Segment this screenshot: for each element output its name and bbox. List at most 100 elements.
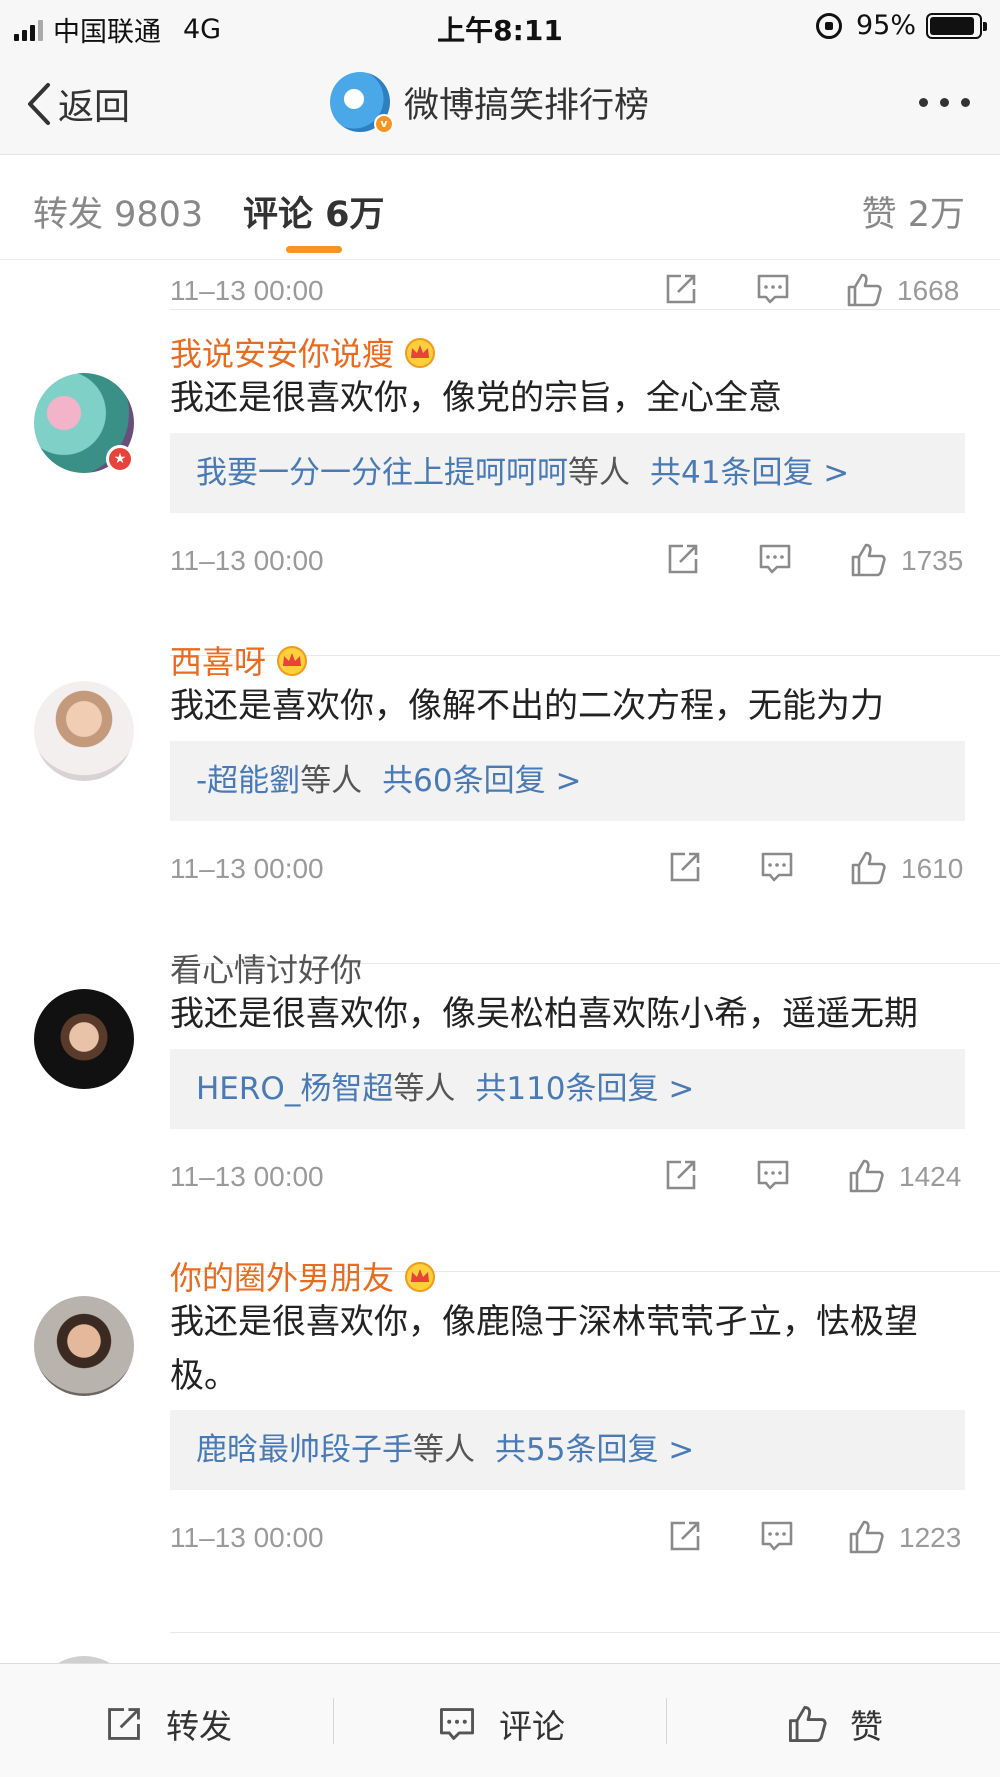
- share-icon[interactable]: [665, 541, 701, 577]
- crown-icon: [277, 646, 308, 676]
- reply-count-link[interactable]: 共55条回复 >: [495, 1432, 694, 1468]
- comment-button[interactable]: 评论: [437, 1700, 565, 1748]
- reply-icon[interactable]: [755, 271, 791, 307]
- like-count: 1668: [897, 275, 960, 306]
- nav-title-text: 微博搞笑排行榜: [404, 85, 650, 126]
- share-icon[interactable]: [663, 271, 699, 307]
- reply-icon[interactable]: [759, 849, 795, 885]
- avatar[interactable]: [34, 1296, 134, 1396]
- nav-bar: 返回 v 微博搞笑排行榜: [0, 50, 1000, 155]
- repost-button[interactable]: 转发: [104, 1700, 232, 1748]
- reply-user[interactable]: 鹿晗最帅段子手: [196, 1432, 413, 1468]
- like-icon[interactable]: [845, 271, 883, 309]
- avatar[interactable]: [34, 1656, 134, 1663]
- divider: [170, 1632, 1000, 1633]
- account-avatar: v: [330, 72, 394, 134]
- username-text: 看心情讨好你: [170, 951, 363, 989]
- comment-meta: 11–13 00:00 1223: [170, 1508, 965, 1568]
- back-label: 返回: [58, 87, 131, 128]
- username-text: 西喜呀: [170, 643, 267, 681]
- reply-count-link[interactable]: 共41条回复 >: [650, 455, 849, 491]
- comment-text: 我还是很喜欢你，像鹿隐于深林茕茕孑立，怯极望极。: [170, 1302, 918, 1396]
- share-icon[interactable]: [667, 849, 703, 885]
- like-button[interactable]: 赞: [786, 1700, 883, 1748]
- comment-icon: [440, 1708, 474, 1740]
- chevron-left-icon: [28, 83, 50, 125]
- reply-summary[interactable]: 我要一分一分往上提呵呵呵等人 共41条回复 >: [170, 433, 965, 513]
- reply-people-label: 等人: [413, 1432, 475, 1468]
- reply-people-label: 等人: [300, 763, 363, 799]
- like-icon: [788, 1705, 827, 1743]
- reply-icon[interactable]: [759, 1518, 795, 1554]
- like-label: 赞: [850, 1707, 883, 1746]
- divider: [170, 309, 1000, 310]
- reply-count-link[interactable]: 共60条回复 >: [382, 763, 581, 799]
- comment-time: 11–13 00:00: [170, 1161, 324, 1192]
- like-icon[interactable]: [849, 541, 887, 579]
- verified-icon: v: [374, 114, 394, 134]
- comment-meta: 11–13 00:00 1424: [170, 1147, 965, 1207]
- username-text: 你的圈外男朋友: [170, 1259, 395, 1297]
- comment-meta: 11–13 00:00 1610: [170, 839, 965, 899]
- comment-time: 11–13 00:00: [170, 853, 324, 884]
- crown-icon: [405, 1262, 436, 1292]
- like-icon[interactable]: [847, 1518, 885, 1556]
- bottom-action-bar: 转发 评论 赞: [0, 1663, 1000, 1777]
- comment-text: 我还是很喜欢你，像党的宗旨，全心全意: [170, 378, 782, 418]
- reply-user[interactable]: HERO_杨智超: [196, 1071, 393, 1107]
- separator: [666, 1698, 667, 1744]
- reply-summary[interactable]: 鹿晗最帅段子手等人 共55条回复 >: [170, 1410, 965, 1490]
- comment-username[interactable]: 看心情讨好你: [170, 945, 362, 991]
- like-icon[interactable]: [847, 1157, 885, 1195]
- share-icon[interactable]: [663, 1157, 699, 1193]
- comment-time: 11–13 00:00: [170, 1522, 324, 1553]
- comment-label: 评论: [499, 1707, 565, 1746]
- comment-username[interactable]: 西喜呀: [170, 637, 310, 683]
- more-icon[interactable]: [919, 98, 970, 107]
- separator: [333, 1698, 334, 1744]
- avatar[interactable]: [34, 681, 134, 781]
- tab-comment[interactable]: 评论 6万: [243, 186, 385, 237]
- comment-time: 11–13 00:00: [170, 275, 324, 306]
- status-right: 95%: [815, 10, 987, 41]
- reply-summary[interactable]: -超能劉等人 共60条回复 >: [170, 741, 965, 821]
- comment-username[interactable]: 你的圈外男朋友: [170, 1253, 438, 1299]
- reply-icon[interactable]: [755, 1157, 791, 1193]
- comment-username[interactable]: 我说安安你说瘦: [170, 329, 438, 375]
- battery-percent: 95%: [855, 10, 916, 41]
- reply-icon[interactable]: [757, 541, 793, 577]
- reply-user[interactable]: -超能劉: [196, 763, 300, 799]
- like-count: 1610: [901, 853, 964, 884]
- nav-title[interactable]: v 微博搞笑排行榜: [330, 72, 650, 134]
- username-text: 我说安安你说瘦: [170, 335, 395, 373]
- like-icon[interactable]: [849, 849, 887, 887]
- reply-summary[interactable]: HERO_杨智超等人 共110条回复 >: [170, 1049, 965, 1129]
- comment-text: 我还是喜欢你，像解不出的二次方程，无能为力: [170, 686, 884, 726]
- reply-people-label: 等人: [393, 1071, 456, 1107]
- reply-count-link[interactable]: 共110条回复 >: [475, 1071, 694, 1107]
- tab-like[interactable]: 赞 2万: [862, 186, 965, 237]
- repost-label: 转发: [166, 1707, 232, 1746]
- crown-icon: [405, 338, 436, 368]
- tab-bar: 转发 9803 评论 6万 赞 2万: [0, 156, 1000, 260]
- comment-text: 我还是很喜欢你，像吴松柏喜欢陈小希，遥遥无期: [170, 994, 918, 1034]
- back-button[interactable]: 返回: [26, 78, 130, 130]
- comment-meta: 11–13 00:00 1668: [170, 261, 965, 321]
- tab-repost[interactable]: 转发 9803: [33, 186, 203, 237]
- active-tab-indicator: [286, 246, 342, 253]
- comment-time: 11–13 00:00: [170, 545, 324, 576]
- rotation-lock-icon: [815, 12, 842, 39]
- like-count: 1424: [899, 1161, 962, 1192]
- like-count: 1735: [901, 545, 964, 576]
- comment-meta: 11–13 00:00 1735: [170, 531, 965, 591]
- star-badge-icon: ★: [106, 445, 134, 473]
- avatar[interactable]: [34, 989, 134, 1089]
- status-bar: 中国联通 4G 上午8:11 95%: [0, 0, 1000, 50]
- reply-user[interactable]: 我要一分一分往上提呵呵呵: [196, 455, 568, 491]
- share-icon: [108, 1708, 140, 1740]
- reply-people-label: 等人: [568, 455, 630, 491]
- battery-icon: [926, 12, 987, 39]
- like-count: 1223: [899, 1522, 962, 1553]
- comment-feed[interactable]: 11–13 00:00 1668 ★ 我说安安你说瘦 我还是很喜欢你，像党的宗旨…: [0, 261, 1000, 1663]
- share-icon[interactable]: [667, 1518, 703, 1554]
